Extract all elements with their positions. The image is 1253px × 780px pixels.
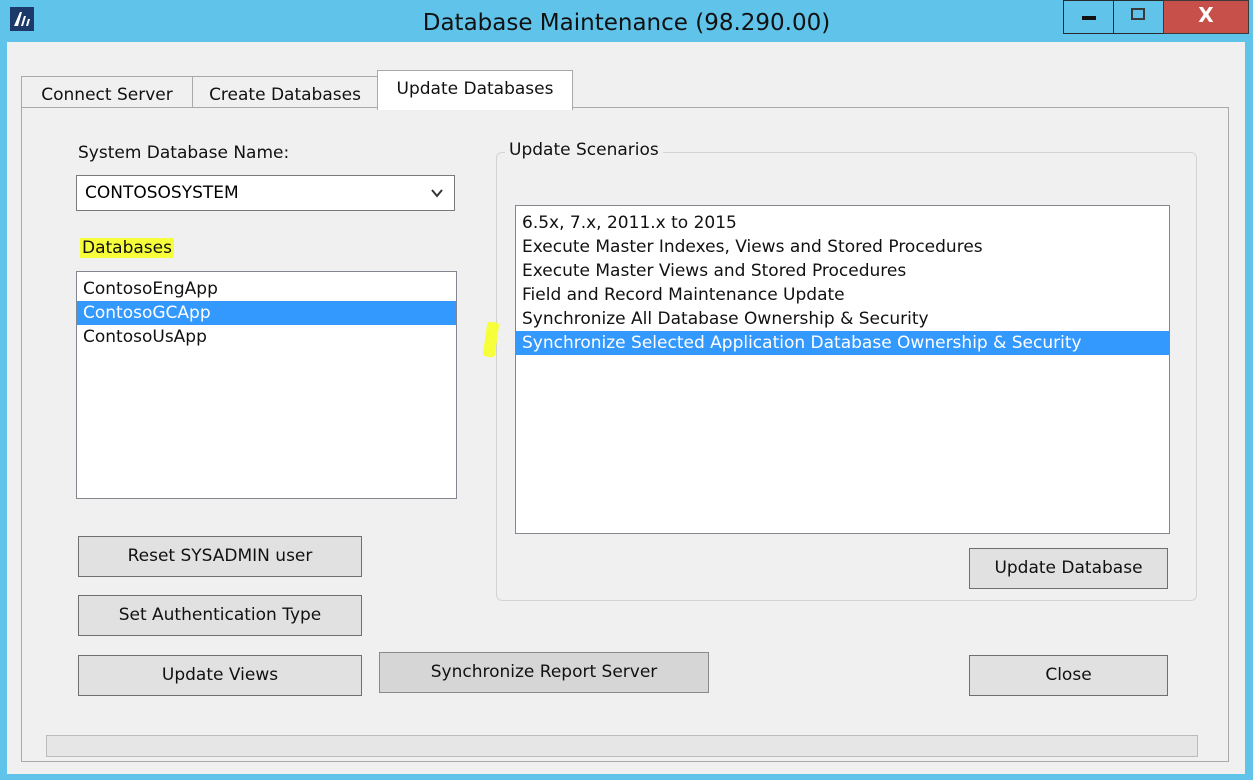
list-item-scenario-master-views[interactable]: Execute Master Views and Stored Procedur… [516,259,1169,283]
list-item-contosoengapp[interactable]: ContosoEngApp [77,277,456,301]
list-item-contosousapp[interactable]: ContosoUsApp [77,325,456,349]
list-item-scenario-master-indexes[interactable]: Execute Master Indexes, Views and Stored… [516,235,1169,259]
list-item-scenario-sync-selected[interactable]: Synchronize Selected Application Databas… [516,331,1169,355]
list-item-scenario-sync-all[interactable]: Synchronize All Database Ownership & Sec… [516,307,1169,331]
set-authentication-type-button[interactable]: Set Authentication Type [78,595,362,636]
update-views-button[interactable]: Update Views [78,655,362,696]
close-icon: X [1198,3,1214,27]
tab-connect-server[interactable]: Connect Server [21,76,193,108]
maximize-button[interactable] [1113,0,1164,34]
system-db-value: CONTOSOSYSTEM [85,183,239,203]
list-item-contosogcapp[interactable]: ContosoGCApp [77,301,456,325]
close-button[interactable]: Close [969,655,1168,696]
synchronize-report-server-button[interactable]: Synchronize Report Server [379,652,709,693]
window-frame-bottom [0,774,1253,780]
update-scenarios-listbox[interactable]: 6.5x, 7.x, 2011.x to 2015 Execute Master… [515,205,1170,534]
list-item-scenario-field-record[interactable]: Field and Record Maintenance Update [516,283,1169,307]
list-item-scenario-upgrade[interactable]: 6.5x, 7.x, 2011.x to 2015 [516,211,1169,235]
tab-update-databases[interactable]: Update Databases [377,70,573,110]
databases-listbox[interactable]: ContosoEngApp ContosoGCApp ContosoUsApp [76,271,457,499]
chevron-down-icon [431,189,443,198]
close-window-button[interactable]: X [1163,0,1249,34]
update-database-button[interactable]: Update Database [969,548,1168,589]
tab-create-databases[interactable]: Create Databases [192,76,378,108]
minimize-button[interactable] [1063,0,1114,34]
reset-sysadmin-button[interactable]: Reset SYSADMIN user [78,536,362,577]
maximize-icon [1131,8,1145,20]
title-bar: Database Maintenance (98.290.00) X [0,0,1253,42]
system-db-dropdown[interactable]: CONTOSOSYSTEM [76,175,455,211]
minimize-icon [1082,16,1096,20]
